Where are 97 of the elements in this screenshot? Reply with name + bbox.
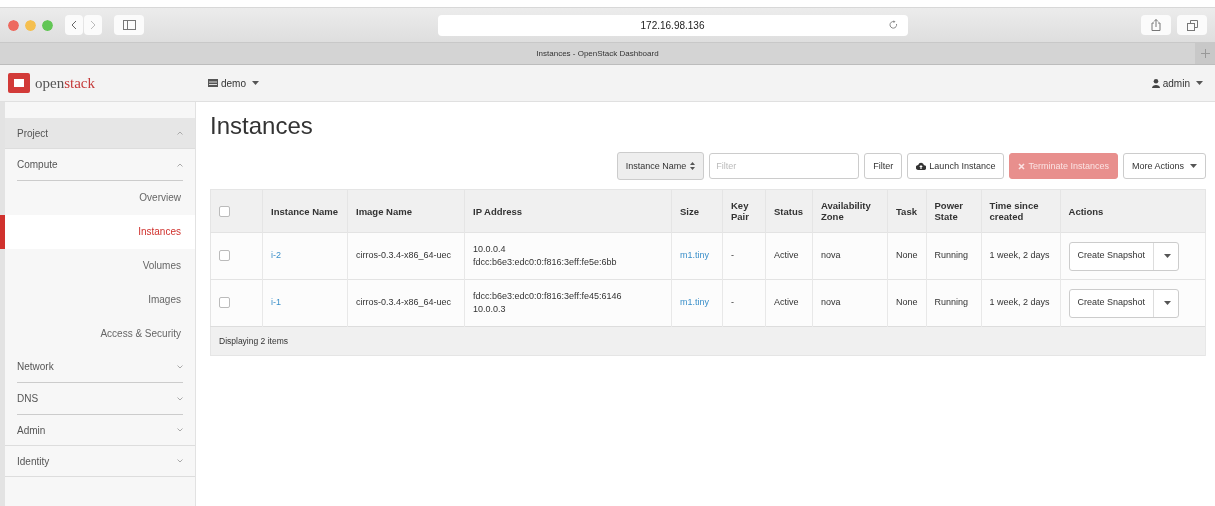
ip-address: fdcc:b6e3:edc0:0:f816:3eff:fe45:6146 — [473, 289, 623, 303]
column-header: Task — [887, 189, 926, 233]
forward-button[interactable] — [84, 15, 102, 35]
project-menu[interactable]: demo — [208, 77, 259, 89]
table-cell: - — [722, 279, 766, 327]
section-label: Admin — [17, 424, 46, 436]
sidebar-item[interactable]: Instances — [0, 215, 195, 249]
chevron-up-icon — [177, 162, 183, 167]
table-cell: nova — [812, 232, 888, 280]
ip-address: 10.0.0.3 — [473, 303, 507, 316]
column-header: Time since created — [981, 189, 1060, 233]
group-label: Network — [17, 361, 54, 372]
table-cell: None — [887, 232, 926, 280]
address-text: 172.16.98.136 — [640, 19, 705, 31]
filter-field[interactable]: Filter — [709, 153, 860, 179]
sidebar-item[interactable]: Volumes — [0, 249, 195, 283]
sidebar-item[interactable]: Overview — [0, 181, 195, 215]
row-checkbox[interactable] — [219, 250, 230, 262]
share-button[interactable] — [1141, 15, 1171, 35]
tabs-button[interactable] — [1177, 15, 1207, 35]
maximize-window-icon[interactable] — [42, 19, 53, 31]
table-cell: - — [722, 232, 766, 280]
chevron-up-icon — [177, 131, 183, 135]
table-footer: Displaying 2 items — [210, 326, 1206, 356]
column-header: Status — [765, 189, 813, 233]
close-window-icon[interactable] — [8, 19, 19, 31]
user-icon — [1151, 78, 1160, 88]
table-link[interactable]: i-2 — [271, 250, 281, 261]
sidebar-toggle-button[interactable] — [114, 15, 144, 35]
table-link[interactable]: m1.tiny — [680, 250, 709, 261]
section-label: Project — [17, 127, 49, 139]
logo-icon — [8, 73, 30, 93]
user-menu[interactable]: admin — [1151, 77, 1203, 89]
sidebar-section[interactable]: Admin — [5, 415, 195, 446]
table-cell: nova — [812, 279, 888, 327]
caret-icon — [1190, 164, 1197, 168]
table-cell: Running — [926, 279, 981, 327]
table-icon — [208, 79, 218, 87]
table-link[interactable]: m1.tiny — [680, 297, 709, 308]
sort-arrows-icon — [690, 162, 696, 170]
logo-text[interactable]: openstack — [35, 74, 95, 92]
ip-address: 10.0.0.4 — [473, 242, 507, 256]
table-cell: 1 week, 2 days — [981, 232, 1060, 280]
sidebar-group[interactable]: DNS — [17, 383, 183, 415]
sidebar-group[interactable]: Compute — [17, 149, 183, 181]
caret-icon — [1196, 81, 1203, 85]
sidebar-item[interactable]: Access & Security — [0, 317, 195, 351]
table-cell: 1 week, 2 days — [981, 279, 1060, 327]
new-tab-icon[interactable] — [1200, 49, 1210, 58]
share-icon — [1151, 19, 1161, 31]
caret-icon — [252, 81, 259, 85]
chevron-down-icon — [177, 459, 183, 463]
chevron-down-icon — [177, 396, 183, 401]
column-header: Key Pair — [722, 189, 766, 233]
column-header: Size — [671, 189, 723, 233]
group-label: Compute — [17, 159, 58, 170]
table-cell: Active — [765, 279, 813, 327]
launch-instance-button[interactable]: Launch Instance — [907, 153, 1005, 179]
ip-address: fdcc:b6e3:edc0:0:f816:3eff:fe5e:6bb — [473, 256, 618, 269]
more-actions-button[interactable]: More Actions — [1122, 153, 1206, 179]
sidebar-section[interactable]: Identity — [5, 446, 195, 477]
tabs-icon — [1186, 19, 1198, 31]
table-cell: Active — [765, 232, 813, 280]
minimize-window-icon[interactable] — [25, 19, 36, 31]
caret-icon — [1164, 301, 1172, 306]
column-header: Availability Zone — [812, 189, 888, 233]
sidebar-item[interactable]: Images — [0, 283, 195, 317]
filter-button[interactable]: Filter — [864, 153, 903, 179]
table-cell: None — [887, 279, 926, 327]
sidebar-group[interactable]: Network — [17, 351, 183, 383]
close-icon — [1018, 162, 1026, 170]
forward-icon — [90, 20, 96, 30]
column-header: IP Address — [464, 189, 672, 233]
sidebar-section[interactable]: Project — [5, 118, 195, 149]
column-header: Image Name — [347, 189, 465, 233]
column-header: Actions — [1060, 189, 1206, 233]
group-label: DNS — [17, 393, 39, 404]
caret-icon — [1164, 254, 1172, 259]
chevron-down-icon — [177, 364, 183, 369]
section-label: Identity — [17, 455, 50, 467]
column-header: Power State — [926, 189, 981, 233]
address-bar[interactable]: 172.16.98.136 — [437, 14, 908, 36]
table-cell: Running — [926, 232, 981, 280]
back-icon — [71, 20, 77, 30]
table-cell: cirros-0.3.4-x86_64-uec — [347, 232, 465, 280]
cloud-upload-icon — [916, 162, 927, 170]
sidebar-icon — [122, 20, 136, 30]
chevron-down-icon — [177, 428, 183, 432]
table-cell: cirros-0.3.4-x86_64-uec — [347, 279, 465, 327]
reload-icon[interactable] — [888, 19, 898, 30]
column-header: Instance Name — [262, 189, 348, 233]
table-link[interactable]: i-1 — [271, 297, 281, 308]
row-checkbox[interactable] — [219, 297, 230, 309]
select-all-checkbox[interactable] — [219, 206, 230, 217]
page-title: Instances — [210, 112, 313, 140]
back-button[interactable] — [65, 15, 83, 35]
filter-field-select[interactable]: Instance Name — [616, 152, 705, 180]
